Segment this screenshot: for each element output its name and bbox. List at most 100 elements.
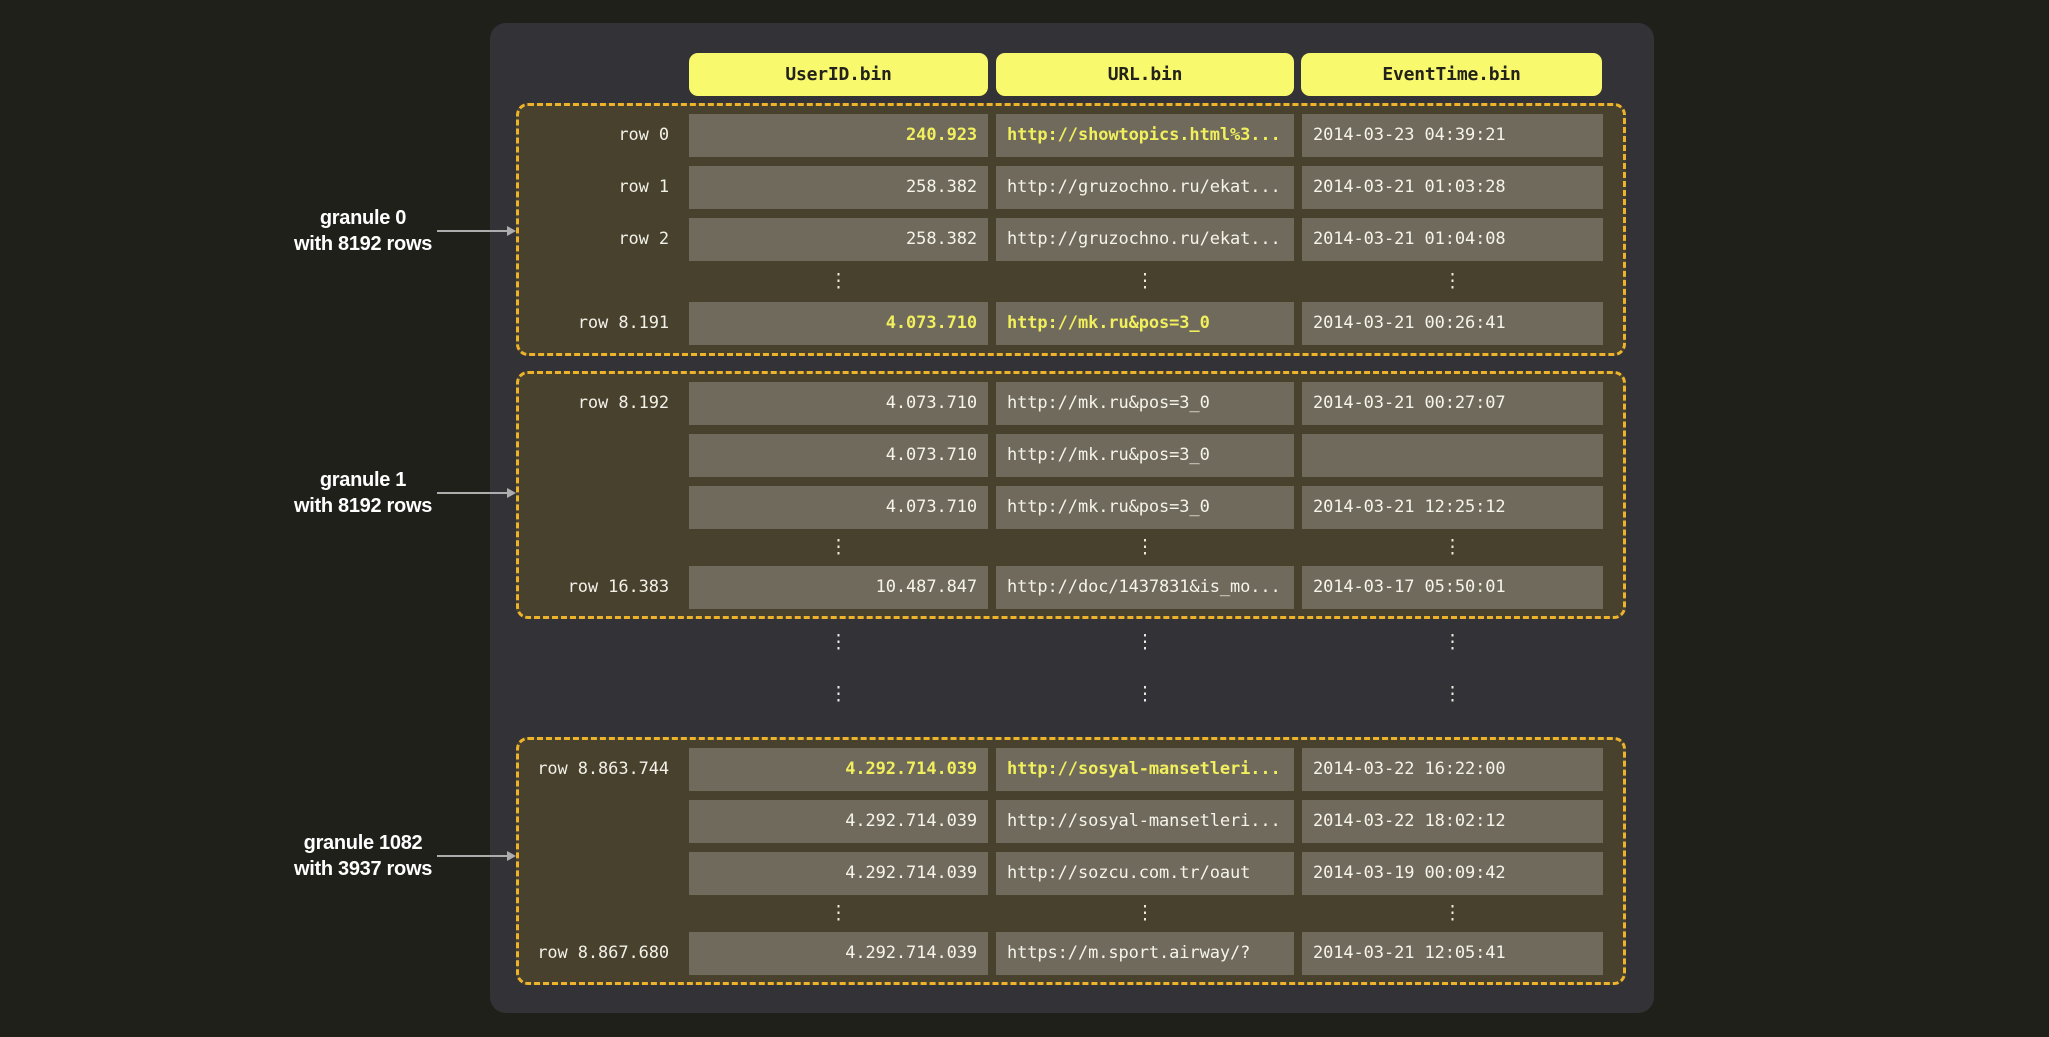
table-row: 4.073.710http://mk.ru&pos=3_0 [519, 434, 1623, 477]
vertical-ellipsis-icon: ⋮ [1302, 621, 1603, 663]
url-cell: http://mk.ru&pos=3_0 [996, 434, 1294, 477]
granule-1-box: row 8.1924.073.710http://mk.ru&pos=3_020… [516, 371, 1626, 619]
url-cell: http://doc/1437831&is_mo... [996, 566, 1294, 609]
row-label: row 8.191 [519, 302, 681, 345]
table-row: row 2258.382http://gruzochno.ru/ekat...2… [519, 218, 1623, 261]
table-row: row 8.863.7444.292.714.039http://sosyal-… [519, 748, 1623, 791]
url-cell: http://showtopics.html%3... [996, 114, 1294, 157]
url-cell: http://mk.ru&pos=3_0 [996, 486, 1294, 529]
eventtime-cell: 2014-03-21 12:05:41 [1302, 932, 1603, 975]
vertical-ellipsis-icon: ⋮ [689, 904, 988, 923]
granule-1082-label-line: with 3937 rows [233, 856, 493, 882]
granules-diagram: UserID.bin URL.bin EventTime.bin ⋮⋮⋮⋮⋮⋮ … [0, 0, 2049, 1037]
userid-cell: 4.292.714.039 [689, 748, 988, 791]
eventtime-cell: 2014-03-19 00:09:42 [1302, 852, 1603, 895]
table-row: row 8.867.6804.292.714.039https://m.spor… [519, 932, 1623, 975]
eventtime-cell: 2014-03-21 00:27:07 [1302, 382, 1603, 425]
granule-0-label-line: with 8192 rows [233, 231, 493, 257]
granule-0-label-line: granule 0 [233, 205, 493, 231]
url-cell: http://sozcu.com.tr/oaut [996, 852, 1294, 895]
userid-cell: 240.923 [689, 114, 988, 157]
userid-cell: 4.073.710 [689, 302, 988, 345]
url-cell: http://gruzochno.ru/ekat... [996, 166, 1294, 209]
userid-cell: 258.382 [689, 166, 988, 209]
vertical-ellipsis-icon: ⋮ [996, 621, 1294, 663]
table-row: row 1258.382http://gruzochno.ru/ekat...2… [519, 166, 1623, 209]
ellipsis-row: ⋮ ⋮ ⋮ [519, 270, 1623, 293]
row-label [519, 800, 681, 843]
row-label: row 0 [519, 114, 681, 157]
url-cell: http://sosyal-mansetleri... [996, 748, 1294, 791]
userid-cell: 4.073.710 [689, 382, 988, 425]
table-row: 4.292.714.039http://sozcu.com.tr/oaut201… [519, 852, 1623, 895]
column-header-eventtime-bin: EventTime.bin [1301, 53, 1602, 96]
vertical-ellipsis-icon: ⋮ [1302, 904, 1603, 923]
granule-1-label-line: with 8192 rows [233, 493, 493, 519]
eventtime-cell: 2014-03-22 18:02:12 [1302, 800, 1603, 843]
eventtime-cell: 2014-03-21 01:03:28 [1302, 166, 1603, 209]
eventtime-cell: 2014-03-17 05:50:01 [1302, 566, 1603, 609]
vertical-ellipsis-icon: ⋮ [996, 538, 1294, 557]
vertical-ellipsis-icon: ⋮ [1302, 270, 1603, 293]
url-cell: https://m.sport.airway/? [996, 932, 1294, 975]
userid-cell: 4.292.714.039 [689, 932, 988, 975]
url-cell: http://mk.ru&pos=3_0 [996, 382, 1294, 425]
eventtime-cell: 2014-03-21 01:04:08 [1302, 218, 1603, 261]
userid-cell: 4.073.710 [689, 434, 988, 477]
vertical-ellipsis-icon: ⋮ [689, 270, 988, 293]
granule-0-box: row 0240.923http://showtopics.html%3...2… [516, 103, 1626, 356]
ellipsis-row: ⋮⋮⋮ [519, 673, 1623, 715]
arrow-to-granule-1082 [437, 855, 509, 857]
granule-1082-label-line: granule 1082 [233, 830, 493, 856]
vertical-ellipsis-icon: ⋮ [996, 673, 1294, 715]
table-row: row 0240.923http://showtopics.html%3...2… [519, 114, 1623, 157]
row-label [519, 486, 681, 529]
eventtime-cell: 2014-03-23 04:39:21 [1302, 114, 1603, 157]
row-label [519, 852, 681, 895]
ellipsis-row: ⋮ ⋮ ⋮ [519, 538, 1623, 557]
url-cell: http://gruzochno.ru/ekat... [996, 218, 1294, 261]
vertical-ellipsis-icon: ⋮ [1302, 538, 1603, 557]
column-files-panel: UserID.bin URL.bin EventTime.bin ⋮⋮⋮⋮⋮⋮ … [490, 23, 1654, 1013]
vertical-ellipsis-icon: ⋮ [996, 904, 1294, 923]
userid-cell: 4.073.710 [689, 486, 988, 529]
row-label [519, 270, 681, 293]
arrow-to-granule-1 [437, 492, 509, 494]
vertical-ellipsis-icon: ⋮ [996, 270, 1294, 293]
userid-cell: 4.292.714.039 [689, 800, 988, 843]
row-label [519, 673, 681, 715]
row-label [519, 434, 681, 477]
table-row: 4.073.710http://mk.ru&pos=3_02014-03-21 … [519, 486, 1623, 529]
row-label: row 1 [519, 166, 681, 209]
between-granules-ellipsis: ⋮⋮⋮⋮⋮⋮ [519, 621, 1623, 715]
vertical-ellipsis-icon: ⋮ [689, 621, 988, 663]
column-header-userid-bin: UserID.bin [689, 53, 988, 96]
row-label: row 8.192 [519, 382, 681, 425]
row-label: row 2 [519, 218, 681, 261]
userid-cell: 4.292.714.039 [689, 852, 988, 895]
vertical-ellipsis-icon: ⋮ [1302, 673, 1603, 715]
vertical-ellipsis-icon: ⋮ [689, 673, 988, 715]
row-label [519, 621, 681, 663]
url-cell: http://mk.ru&pos=3_0 [996, 302, 1294, 345]
eventtime-cell: 2014-03-21 12:25:12 [1302, 486, 1603, 529]
table-row: 4.292.714.039http://sosyal-mansetleri...… [519, 800, 1623, 843]
eventtime-cell: 2014-03-21 00:26:41 [1302, 302, 1603, 345]
granule-1082-box: row 8.863.7444.292.714.039http://sosyal-… [516, 737, 1626, 985]
arrow-to-granule-0 [437, 230, 509, 232]
userid-cell: 10.487.847 [689, 566, 988, 609]
column-header-url-bin: URL.bin [996, 53, 1294, 96]
table-row: row 8.1914.073.710http://mk.ru&pos=3_020… [519, 302, 1623, 345]
granule-1-label-line: granule 1 [233, 467, 493, 493]
url-cell: http://sosyal-mansetleri... [996, 800, 1294, 843]
userid-cell: 258.382 [689, 218, 988, 261]
eventtime-cell: 2014-03-22 16:22:00 [1302, 748, 1603, 791]
row-label: row 16.383 [519, 566, 681, 609]
row-label [519, 538, 681, 557]
row-label [519, 904, 681, 923]
row-label: row 8.867.680 [519, 932, 681, 975]
ellipsis-row: ⋮ ⋮ ⋮ [519, 904, 1623, 923]
vertical-ellipsis-icon: ⋮ [689, 538, 988, 557]
ellipsis-row: ⋮⋮⋮ [519, 621, 1623, 663]
row-label: row 8.863.744 [519, 748, 681, 791]
